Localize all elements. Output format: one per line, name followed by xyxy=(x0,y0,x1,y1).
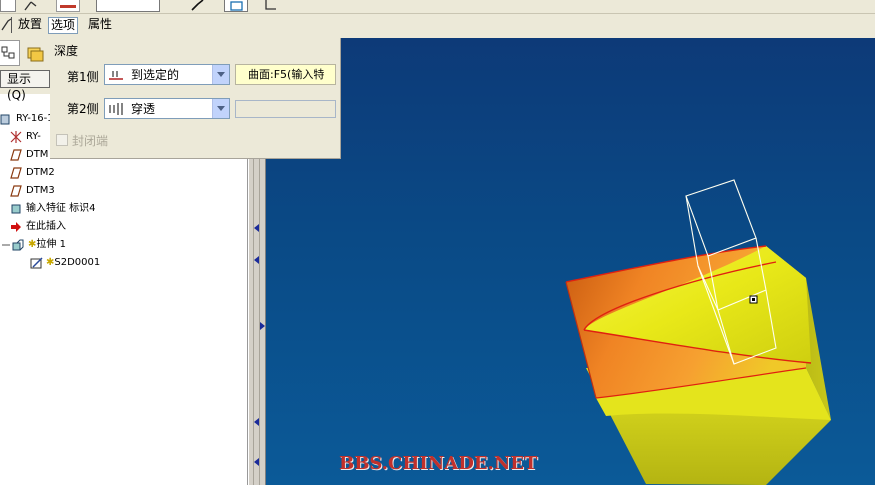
datum-plane-icon xyxy=(10,149,22,161)
top-toolbar xyxy=(0,0,875,14)
extrude-icon xyxy=(12,239,24,251)
toolbar-field[interactable] xyxy=(96,0,160,12)
side1-depth-value: 到选定的 xyxy=(131,68,180,82)
expand-collapse-icon[interactable] xyxy=(0,239,12,251)
side2-depth-select[interactable]: 穿透 xyxy=(104,98,230,119)
datum-plane-icon xyxy=(10,185,22,197)
chevron-down-icon[interactable] xyxy=(212,65,229,84)
tab-properties[interactable]: 属性 xyxy=(86,17,114,34)
model-tree-tab[interactable] xyxy=(0,40,20,66)
capped-ends-label: 封闭端 xyxy=(72,134,109,148)
side2-label: 第2侧 xyxy=(67,102,99,116)
copy-icon[interactable] xyxy=(262,0,282,12)
collapse-left-arrow-icon[interactable] xyxy=(254,458,259,466)
options-panel: 深度 第1侧 到选定的 曲面:F5(输入特 第2侧 穿透 封闭端 xyxy=(50,38,341,159)
side2-reference-collector[interactable] xyxy=(235,100,336,118)
collapse-left-arrow-icon[interactable] xyxy=(254,224,259,232)
dashboard-tab-row: 放置 选项 属性 xyxy=(0,14,875,38)
csys-icon xyxy=(10,131,22,143)
datum-plane-icon xyxy=(10,167,22,179)
through-all-icon xyxy=(109,103,123,115)
folder-browser-icon[interactable] xyxy=(24,42,46,64)
collapse-left-arrow-icon[interactable] xyxy=(254,256,259,264)
graphics-viewport[interactable] xyxy=(266,38,875,485)
feature-icon xyxy=(0,17,12,33)
pin-icon[interactable] xyxy=(190,0,208,12)
expand-right-arrow-icon[interactable] xyxy=(260,322,265,330)
tab-options[interactable]: 选项 xyxy=(48,17,79,34)
watermark: BBS.CHINADE.NET xyxy=(339,453,538,474)
capped-ends-checkbox[interactable] xyxy=(56,134,68,146)
pin-icon[interactable] xyxy=(22,0,40,12)
import-feature-icon xyxy=(10,203,22,215)
tab-placement[interactable]: 放置 xyxy=(16,17,44,34)
sketch-icon xyxy=(30,257,43,269)
side1-reference-collector[interactable]: 曲面:F5(输入特 xyxy=(235,64,336,85)
side1-depth-select[interactable]: 到选定的 xyxy=(104,64,230,85)
preview-button[interactable] xyxy=(224,0,248,12)
side1-label: 第1侧 xyxy=(67,70,99,84)
model-3d-view xyxy=(565,179,831,485)
drag-handle-center xyxy=(752,298,755,301)
collapse-left-arrow-icon[interactable] xyxy=(254,418,259,426)
toolbar-button[interactable] xyxy=(0,0,16,12)
side2-depth-value: 穿透 xyxy=(131,102,156,116)
depth-label: 深度 xyxy=(54,44,79,58)
part-icon xyxy=(0,113,12,125)
color-swatch-button[interactable] xyxy=(56,0,80,12)
to-selected-icon xyxy=(109,69,123,81)
insert-here-arrow-icon xyxy=(10,221,22,233)
chevron-down-icon[interactable] xyxy=(212,99,229,118)
show-menu-button[interactable]: 显示(Q) xyxy=(0,70,50,102)
